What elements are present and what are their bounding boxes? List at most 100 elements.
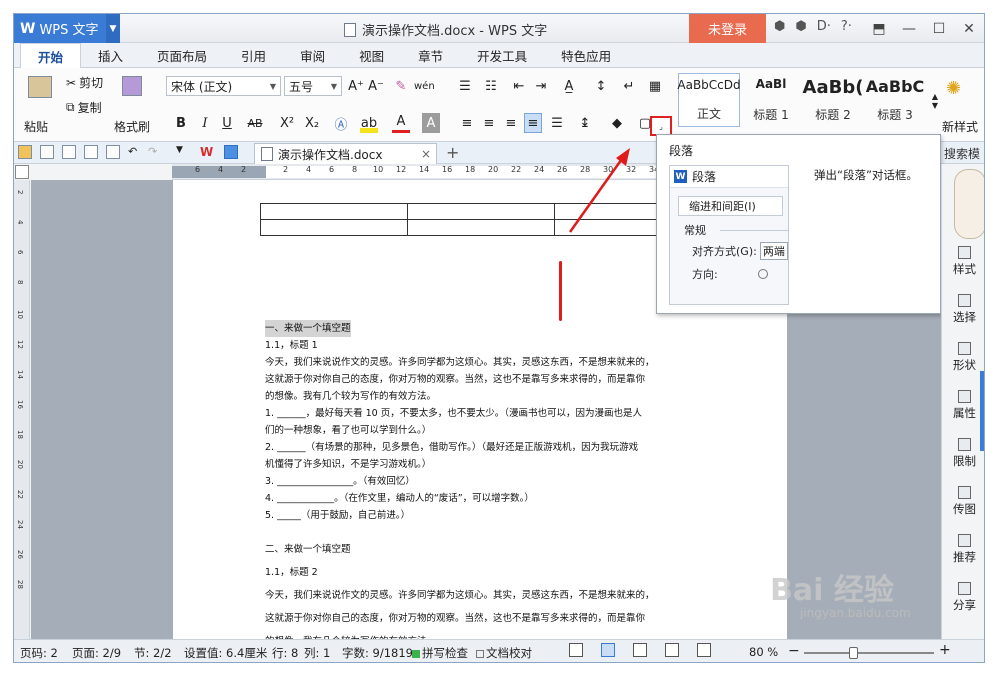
new-style-button[interactable]: 新样式 [942, 118, 978, 135]
spell-check-toggle[interactable]: 拼写检查 [412, 645, 468, 661]
status-page-number[interactable]: 页码: 2 [20, 645, 58, 661]
style-normal[interactable]: AaBbCcDd 正文 [677, 73, 741, 127]
subscript-button[interactable]: X₂ [303, 113, 321, 133]
italic-button[interactable]: I [196, 113, 214, 133]
redo-icon[interactable]: ↷ [148, 145, 162, 159]
table-cell[interactable] [407, 219, 555, 236]
new-style-icon[interactable]: ✺ [946, 78, 961, 99]
proofread-toggle[interactable]: 文档校对 [476, 645, 532, 661]
shading-button[interactable]: ◆ [608, 113, 626, 133]
status-pages[interactable]: 页面: 2/9 [72, 645, 121, 661]
tab-developer[interactable]: 开发工具 [460, 43, 544, 68]
copy-button[interactable]: ⧉ 复制 [66, 99, 102, 116]
numbering-button[interactable]: ☷ [482, 76, 500, 96]
focus-view-icon[interactable] [569, 643, 583, 657]
status-word-count[interactable]: 字数: 9/1819 [342, 645, 413, 661]
tab-insert[interactable]: 插入 [81, 43, 140, 68]
cloud-doc-icon[interactable] [224, 145, 238, 159]
document-tab[interactable]: 演示操作文档.docx × [254, 143, 437, 164]
style-heading-1[interactable]: AaBl 标题 1 [740, 73, 802, 127]
tab-view[interactable]: 视图 [342, 43, 401, 68]
format-painter-icon[interactable] [122, 76, 142, 96]
font-name-select[interactable]: 宋体 (正文) ▼ [166, 76, 281, 96]
outline-view-icon[interactable] [633, 643, 647, 657]
doc-menu-icon[interactable]: D· [817, 19, 831, 34]
highlight-button[interactable]: ab [360, 113, 378, 133]
skin-icon[interactable]: ⬢ [774, 19, 785, 34]
zoom-slider[interactable] [804, 652, 934, 654]
mascot-cat-icon[interactable] [954, 169, 984, 239]
status-setting[interactable]: 设置值: 6.4厘米 [184, 645, 267, 661]
show-marks-button[interactable]: ↵ [620, 76, 638, 96]
tab-references[interactable]: 引用 [224, 43, 283, 68]
tab-page-layout[interactable]: 页面布局 [140, 43, 224, 68]
new-tab-button[interactable]: + [446, 143, 459, 162]
login-button[interactable]: 未登录 [689, 14, 766, 43]
chinese-layout-button[interactable]: A̲ [560, 76, 578, 96]
help-icon[interactable]: ?· [841, 19, 852, 34]
font-color-button[interactable]: A [392, 113, 410, 133]
export-pdf-icon[interactable] [62, 145, 76, 159]
qat-dropdown-icon[interactable]: ▼ [176, 145, 190, 159]
shrink-font-button[interactable]: A⁻ [367, 76, 385, 96]
sidebar-item-select[interactable]: 选择 [942, 294, 984, 325]
clear-format-button[interactable]: ✎ [392, 76, 410, 96]
tab-stop-selector[interactable] [15, 165, 29, 179]
document-body[interactable]: 一、来做一个填空题 1.1，标题 1 今天，我们来说说作文的灵感。许多同学都为这… [265, 320, 705, 650]
paste-icon[interactable] [28, 76, 52, 98]
align-right-button[interactable]: ≡ [502, 113, 520, 133]
web-view-icon[interactable] [665, 643, 679, 657]
paste-button[interactable]: 粘贴 [24, 118, 48, 135]
zoom-in-icon[interactable]: + [939, 642, 951, 658]
style-heading-3[interactable]: AaBbC 标题 3 [864, 73, 926, 127]
open-icon[interactable] [18, 145, 32, 159]
font-size-select[interactable]: 五号 ▼ [284, 76, 342, 96]
tab-features[interactable]: 特色应用 [544, 43, 628, 68]
close-icon[interactable]: ✕ [954, 14, 984, 43]
status-row[interactable]: 行: 8 [272, 645, 298, 661]
wps-app-button[interactable]: W WPS 文字 ▼ [14, 14, 120, 43]
align-center-button[interactable]: ≡ [480, 113, 498, 133]
print-icon[interactable] [84, 145, 98, 159]
text-effect-button[interactable]: Ⓐ [332, 113, 350, 133]
sidebar-item-properties[interactable]: 属性 [942, 390, 984, 421]
print-preview-icon[interactable] [106, 145, 120, 159]
superscript-button[interactable]: X² [278, 113, 296, 133]
decrease-indent-button[interactable]: ⇤ [510, 76, 528, 96]
zoom-slider-handle[interactable] [849, 647, 858, 659]
line-spacing-button[interactable]: ↨ [576, 113, 594, 133]
table-grid-button[interactable]: ▦ [646, 76, 664, 96]
tab-review[interactable]: 审阅 [283, 43, 342, 68]
tab-home[interactable]: 开始 [20, 43, 82, 68]
sidebar-item-shapes[interactable]: 形状 [942, 342, 984, 373]
close-tab-icon[interactable]: × [421, 147, 431, 161]
bullets-button[interactable]: ☰ [456, 76, 474, 96]
status-section[interactable]: 节: 2/2 [134, 645, 172, 661]
phonetic-guide-button[interactable]: wén [414, 76, 435, 96]
zoom-out-icon[interactable]: − [788, 643, 800, 659]
table-cell[interactable] [407, 203, 555, 220]
tab-section[interactable]: 章节 [401, 43, 460, 68]
strikethrough-button[interactable]: AB [246, 113, 264, 133]
cut-button[interactable]: ✂ 剪切 [66, 74, 103, 91]
page-view-icon[interactable] [601, 643, 615, 657]
justify-button[interactable]: ≡ [524, 113, 542, 133]
format-painter-button[interactable]: 格式刷 [114, 118, 150, 135]
save-icon[interactable] [40, 145, 54, 159]
distributed-button[interactable]: ☰ [548, 113, 566, 133]
table-cell[interactable] [260, 203, 408, 220]
align-left-button[interactable]: ≡ [458, 113, 476, 133]
style-heading-2[interactable]: AaBb(标题 2 [802, 73, 864, 127]
zoom-level[interactable]: 80 % [749, 645, 778, 659]
minimize-icon[interactable]: — [894, 14, 924, 43]
status-column[interactable]: 列: 1 [304, 645, 330, 661]
increase-indent-button[interactable]: ⇥ [532, 76, 550, 96]
wps-home-icon[interactable]: W [200, 145, 214, 159]
cloud-icon[interactable]: ⬢ [795, 19, 806, 34]
reading-view-icon[interactable] [697, 643, 711, 657]
maximize-icon[interactable]: ☐ [924, 14, 954, 43]
app-menu-dropdown-icon[interactable]: ▼ [106, 14, 120, 43]
grow-font-button[interactable]: A⁺ [347, 76, 365, 96]
task-pane-collapse-handle[interactable] [980, 371, 984, 451]
character-shading-button[interactable]: A [422, 113, 440, 133]
